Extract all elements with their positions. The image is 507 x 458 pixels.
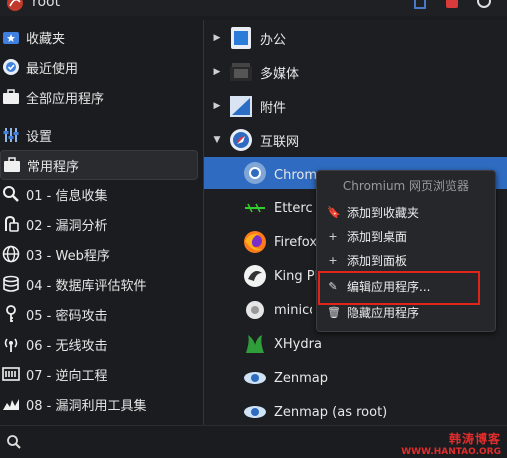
menu-add-to-favorites[interactable]: 🔖 添加到收藏夹 xyxy=(317,201,495,223)
sidebar-item-label: 04 - 数据库评估软件 xyxy=(26,278,147,294)
firefox-icon xyxy=(244,231,266,253)
app-label: Ettercap xyxy=(274,200,312,216)
sidebar-item-settings[interactable]: 设置 xyxy=(0,121,196,149)
app-label: Zenmap xyxy=(274,370,329,386)
sidebar-item-label: 收藏夹 xyxy=(26,31,66,47)
lock-screen-icon[interactable] xyxy=(411,0,429,12)
expand-arrow-icon[interactable]: ▶ xyxy=(210,33,224,43)
sidebar-item-favorites[interactable]: 收藏夹 xyxy=(0,23,196,51)
sidebar-item-label: 常用程序 xyxy=(27,159,80,175)
category-label: 附件 xyxy=(260,100,287,116)
top-bar: root xyxy=(0,0,507,16)
trash-icon: 🗑 xyxy=(327,305,341,319)
sidebar-item-label: 设置 xyxy=(26,129,53,145)
category-label: 多媒体 xyxy=(260,66,300,82)
sidebar-item-password[interactable]: 05 - 密码攻击 xyxy=(0,300,196,328)
context-menu: Chromium 网页浏览器 🔖 添加到收藏夹 + 添加到桌面 + 添加到面板 … xyxy=(316,170,496,332)
sidebar-item-label: 03 - Web程序 xyxy=(26,248,110,264)
chromium-icon xyxy=(244,162,266,184)
sidebar-item-exploit[interactable]: 08 - 漏洞利用工具集 xyxy=(0,390,196,418)
app-xhydra[interactable]: XHydra xyxy=(204,328,507,360)
logout-icon[interactable] xyxy=(443,0,461,12)
watermark-url: WWW.HANTAO.ORG xyxy=(401,447,501,457)
sidebar-item-label: 全部应用程序 xyxy=(26,91,105,107)
app-label: Zenmap (as root) xyxy=(274,404,388,420)
zenmap-root-icon xyxy=(244,406,266,418)
sidebar-item-label: 最近使用 xyxy=(26,61,79,77)
magnifier-icon xyxy=(3,186,19,202)
king-phisher-icon xyxy=(244,265,266,287)
internet-icon xyxy=(230,129,252,151)
sidebar-item-label: 08 - 漏洞利用工具集 xyxy=(26,398,147,414)
sidebar-item-label: 06 - 无线攻击 xyxy=(26,338,108,354)
category-internet[interactable]: ▼ 互联网 xyxy=(204,124,507,156)
minicom-icon xyxy=(246,301,264,319)
app-label: XHydra xyxy=(274,336,322,352)
star-folder-icon xyxy=(3,32,19,44)
app-label: minicom xyxy=(274,302,312,318)
vuln-analysis-icon xyxy=(5,215,19,232)
app-label: Chromium 网页浏览器 xyxy=(274,167,316,183)
category-sidebar: 收藏夹 最近使用 全部应用程序 设置 常用程序 01 - 信息收集 02 - 漏… xyxy=(0,20,202,425)
sidebar-item-label: 07 - 逆向工程 xyxy=(26,368,108,384)
recent-icon xyxy=(3,59,19,75)
key-icon xyxy=(6,305,16,322)
bookmark-icon: 🔖 xyxy=(327,205,341,219)
menu-item-label: 添加到桌面 xyxy=(347,229,408,244)
office-icon xyxy=(231,27,251,49)
username: root xyxy=(32,0,61,10)
wireless-icon xyxy=(4,338,18,352)
ettercap-icon xyxy=(245,202,265,214)
category-multimedia[interactable]: ▶ 多媒体 xyxy=(204,56,507,88)
all-apps-icon xyxy=(3,89,19,104)
sidebar-item-info-gathering[interactable]: 01 - 信息收集 xyxy=(0,180,196,208)
reverse-icon xyxy=(2,367,20,381)
app-zenmap[interactable]: Zenmap xyxy=(204,362,507,394)
sidebar-item-web[interactable]: 03 - Web程序 xyxy=(0,240,196,268)
database-icon xyxy=(3,275,19,292)
expand-arrow-icon[interactable]: ▶ xyxy=(210,101,224,111)
sidebar-item-all-apps[interactable]: 全部应用程序 xyxy=(0,83,196,111)
sidebar-item-vuln-analysis[interactable]: 02 - 漏洞分析 xyxy=(0,210,196,238)
sidebar-item-label: 01 - 信息收集 xyxy=(26,188,108,204)
highlight-box xyxy=(318,271,480,305)
category-accessories[interactable]: ▶ 附件 xyxy=(204,90,507,122)
watermark-title: 韩涛博客 xyxy=(448,432,501,446)
sidebar-item-common-apps[interactable]: 常用程序 xyxy=(0,150,198,180)
plus-icon: + xyxy=(328,253,338,267)
sidebar-item-reverse[interactable]: 07 - 逆向工程 xyxy=(0,360,196,388)
menu-add-to-desktop[interactable]: + 添加到桌面 xyxy=(317,225,495,247)
zenmap-icon xyxy=(244,372,266,384)
context-menu-title: Chromium 网页浏览器 xyxy=(342,179,470,193)
app-label: King Phisher xyxy=(274,268,316,284)
menu-add-to-panel[interactable]: + 添加到面板 xyxy=(317,249,495,271)
sidebar-item-label: 02 - 漏洞分析 xyxy=(26,218,108,234)
plus-icon: + xyxy=(328,229,338,243)
sidebar-item-label: 05 - 密码攻击 xyxy=(26,308,108,324)
power-icon[interactable] xyxy=(475,0,493,12)
settings-icon xyxy=(3,128,19,142)
sidebar-item-recent[interactable]: 最近使用 xyxy=(0,53,196,81)
expand-arrow-icon[interactable]: ▶ xyxy=(210,67,224,77)
menu-item-label: 添加到收藏夹 xyxy=(347,205,420,220)
xhydra-icon xyxy=(246,335,264,353)
accessories-icon xyxy=(230,96,252,117)
globe-icon xyxy=(2,245,20,263)
exploit-icon xyxy=(3,399,19,410)
sidebar-item-database[interactable]: 04 - 数据库评估软件 xyxy=(0,270,196,298)
sidebar-item-wireless[interactable]: 06 - 无线攻击 xyxy=(0,330,196,358)
category-office[interactable]: ▶ 办公 xyxy=(204,22,507,54)
kali-logo-icon xyxy=(7,0,23,11)
app-zenmap-root[interactable]: Zenmap (as root) xyxy=(204,396,507,428)
search-icon xyxy=(7,435,21,449)
collapse-arrow-icon[interactable]: ▼ xyxy=(210,135,224,145)
multimedia-icon xyxy=(230,63,252,81)
category-label: 办公 xyxy=(260,32,287,48)
category-label: 互联网 xyxy=(260,134,300,150)
common-apps-icon xyxy=(4,157,20,172)
menu-item-label: 添加到面板 xyxy=(347,253,408,268)
app-label: Firefox xyxy=(274,234,318,250)
watermark: 韩涛博客 WWW.HANTAO.ORG xyxy=(401,430,501,457)
menu-item-label: 隐藏应用程序 xyxy=(347,305,420,320)
